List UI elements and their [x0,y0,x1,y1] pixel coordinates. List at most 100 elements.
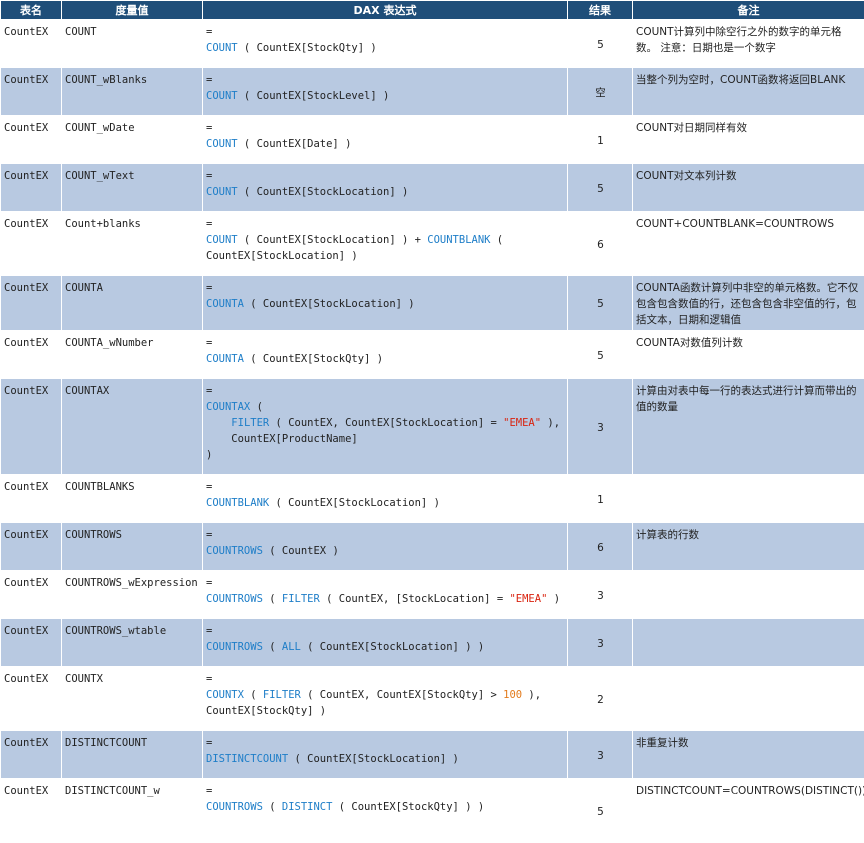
cell-table-name: CountEX [1,779,62,843]
table-row: CountEXCOUNTROWS_wtable=COUNTROWS ( ALL … [1,619,864,667]
dax-text: ) ) [547,593,567,605]
cell-table-name: CountEX [1,164,62,212]
cell-measure: DISTINCTCOUNT [62,731,203,779]
table-row: CountEXCOUNTAX=COUNTAX ( FILTER ( CountE… [1,379,864,475]
table-row: CountEXCount+blanks=COUNT ( CountEX[Stoc… [1,212,864,276]
dax-text: ), [522,689,541,701]
dax-text: ( CountEX[StockLocation] ) [269,497,440,509]
header-result: 结果 [568,1,633,20]
cell-note: COUNT计算列中除空行之外的数字的单元格数。 注意：日期也是一个数字 [633,20,864,68]
cell-measure: COUNTX [62,667,203,731]
dax-line: COUNTBLANK ( CountEX[StockLocation] ) [206,495,565,511]
dax-line: COUNT ( CountEX[StockLocation] ) [206,184,565,200]
dax-keyword: COUNTX [206,689,244,701]
dax-line: = [206,383,565,399]
cell-table-name: CountEX [1,212,62,276]
dax-text: CountEX[StockLocation] ) [206,250,358,262]
cell-note: 计算表的行数 [633,523,864,571]
cell-note: COUNT对日期同样有效 [633,116,864,164]
dax-count-table: 表名 度量值 DAX 表达式 结果 备注 CountEXCOUNT=COUNT … [0,0,864,843]
cell-measure: COUNTA [62,276,203,331]
dax-line: COUNTROWS ( ALL ( CountEX[StockLocation]… [206,639,565,655]
dax-line: FILTER ( CountEX, CountEX[StockLocation]… [206,415,565,431]
cell-result: 5 [568,331,633,379]
dax-keyword: COUNTBLANK [206,497,269,509]
cell-dax-expression: =DISTINCTCOUNT ( CountEX[StockLocation] … [203,731,568,779]
dax-text: ( CountEX[StockLocation] ) [238,186,409,198]
dax-text: = [206,385,212,397]
cell-table-name: CountEX [1,20,62,68]
dax-string: "EMEA" [503,417,541,429]
dax-text: ( CountEX[Date] ) [238,138,352,150]
dax-line: = [206,783,565,799]
cell-note [633,667,864,731]
cell-dax-expression: =COUNT ( CountEX[StockQty] ) [203,20,568,68]
table-row: CountEXCOUNT_wText= COUNT ( CountEX[Stock… [1,164,864,212]
cell-table-name: CountEX [1,571,62,619]
table-row: CountEXCOUNTA_wNumber=COUNTA ( CountEX[S… [1,331,864,379]
dax-text: ( CountEX[StockLevel] ) [238,90,390,102]
dax-line: COUNT ( CountEX[Date] ) [206,136,565,152]
dax-text: = [206,282,212,294]
dax-text: ) [206,449,212,461]
dax-text: = [206,577,212,589]
cell-note: COUNTA函数计算列中非空的单元格数。它不仅包含包含数值的行，还包含包含非空值… [633,276,864,331]
dax-text: ( CountEX[StockLocation] ) ) [301,641,484,653]
cell-note: COUNT对文本列计数 [633,164,864,212]
dax-text: = [206,170,212,182]
cell-result: 2 [568,667,633,731]
dax-line: COUNT ( CountEX[StockLocation] ) + COUNT… [206,232,565,248]
dax-line: = [206,575,565,591]
cell-measure: COUNT_wText [62,164,203,212]
cell-result: 5 [568,779,633,843]
watermark: 知乎 @zcpshi [732,788,842,813]
dax-text: ( CountEX, CountEX[StockLocation] = [269,417,503,429]
cell-table-name: CountEX [1,667,62,731]
header-note: 备注 [633,1,864,20]
dax-line: = [206,24,565,40]
cell-measure: COUNT [62,20,203,68]
cell-dax-expression: =COUNTA ( CountEX[StockLocation] ) [203,276,568,331]
dax-text: ( CountEX ) [263,545,339,557]
dax-line: CountEX[StockLocation] ) [206,248,565,264]
dax-keyword: COUNT [206,42,238,54]
dax-line: CountEX[ProductName] [206,431,565,447]
dax-text: = [206,673,212,685]
dax-line: = [206,280,565,296]
cell-table-name: CountEX [1,68,62,116]
dax-line: = [206,216,565,232]
cell-result: 5 [568,20,633,68]
table-row: CountEXDISTINCTCOUNT=DISTINCTCOUNT ( Cou… [1,731,864,779]
header-table-name: 表名 [1,1,62,20]
header-measure: 度量值 [62,1,203,20]
dax-text: ( CountEX[StockLocation] ) [288,753,459,765]
dax-text: ( [263,801,282,813]
dax-line: = [206,623,565,639]
cell-table-name: CountEX [1,331,62,379]
dax-text: = [206,337,212,349]
dax-line: = [206,72,565,88]
header-row: 表名 度量值 DAX 表达式 结果 备注 [1,1,864,20]
cell-measure: COUNTAX [62,379,203,475]
cell-result: 3 [568,619,633,667]
cell-measure: COUNTROWS_wtable [62,619,203,667]
dax-text: ( [490,234,503,246]
cell-dax-expression: =COUNTROWS ( DISTINCT ( CountEX[StockQty… [203,779,568,843]
cell-table-name: CountEX [1,276,62,331]
dax-keyword: COUNTA [206,353,244,365]
dax-line: = [206,527,565,543]
cell-dax-expression: =COUNTAX ( FILTER ( CountEX, CountEX[Sto… [203,379,568,475]
cell-note: 计算由对表中每一行的表达式进行计算而带出的值的数量 [633,379,864,475]
cell-result: 3 [568,731,633,779]
cell-measure: COUNTROWS_wExpression [62,571,203,619]
dax-text: CountEX[StockQty] ) [206,705,326,717]
cell-dax-expression: =COUNT ( CountEX[StockLocation] ) + COUN… [203,212,568,276]
cell-note [633,571,864,619]
dax-line: COUNTROWS ( CountEX ) [206,543,565,559]
cell-dax-expression: =COUNTBLANK ( CountEX[StockLocation] ) [203,475,568,523]
dax-line: CountEX[StockQty] ) [206,703,565,719]
dax-keyword: COUNT [206,138,238,150]
dax-line: = [206,335,565,351]
cell-table-name: CountEX [1,619,62,667]
dax-text: ), [541,417,560,429]
